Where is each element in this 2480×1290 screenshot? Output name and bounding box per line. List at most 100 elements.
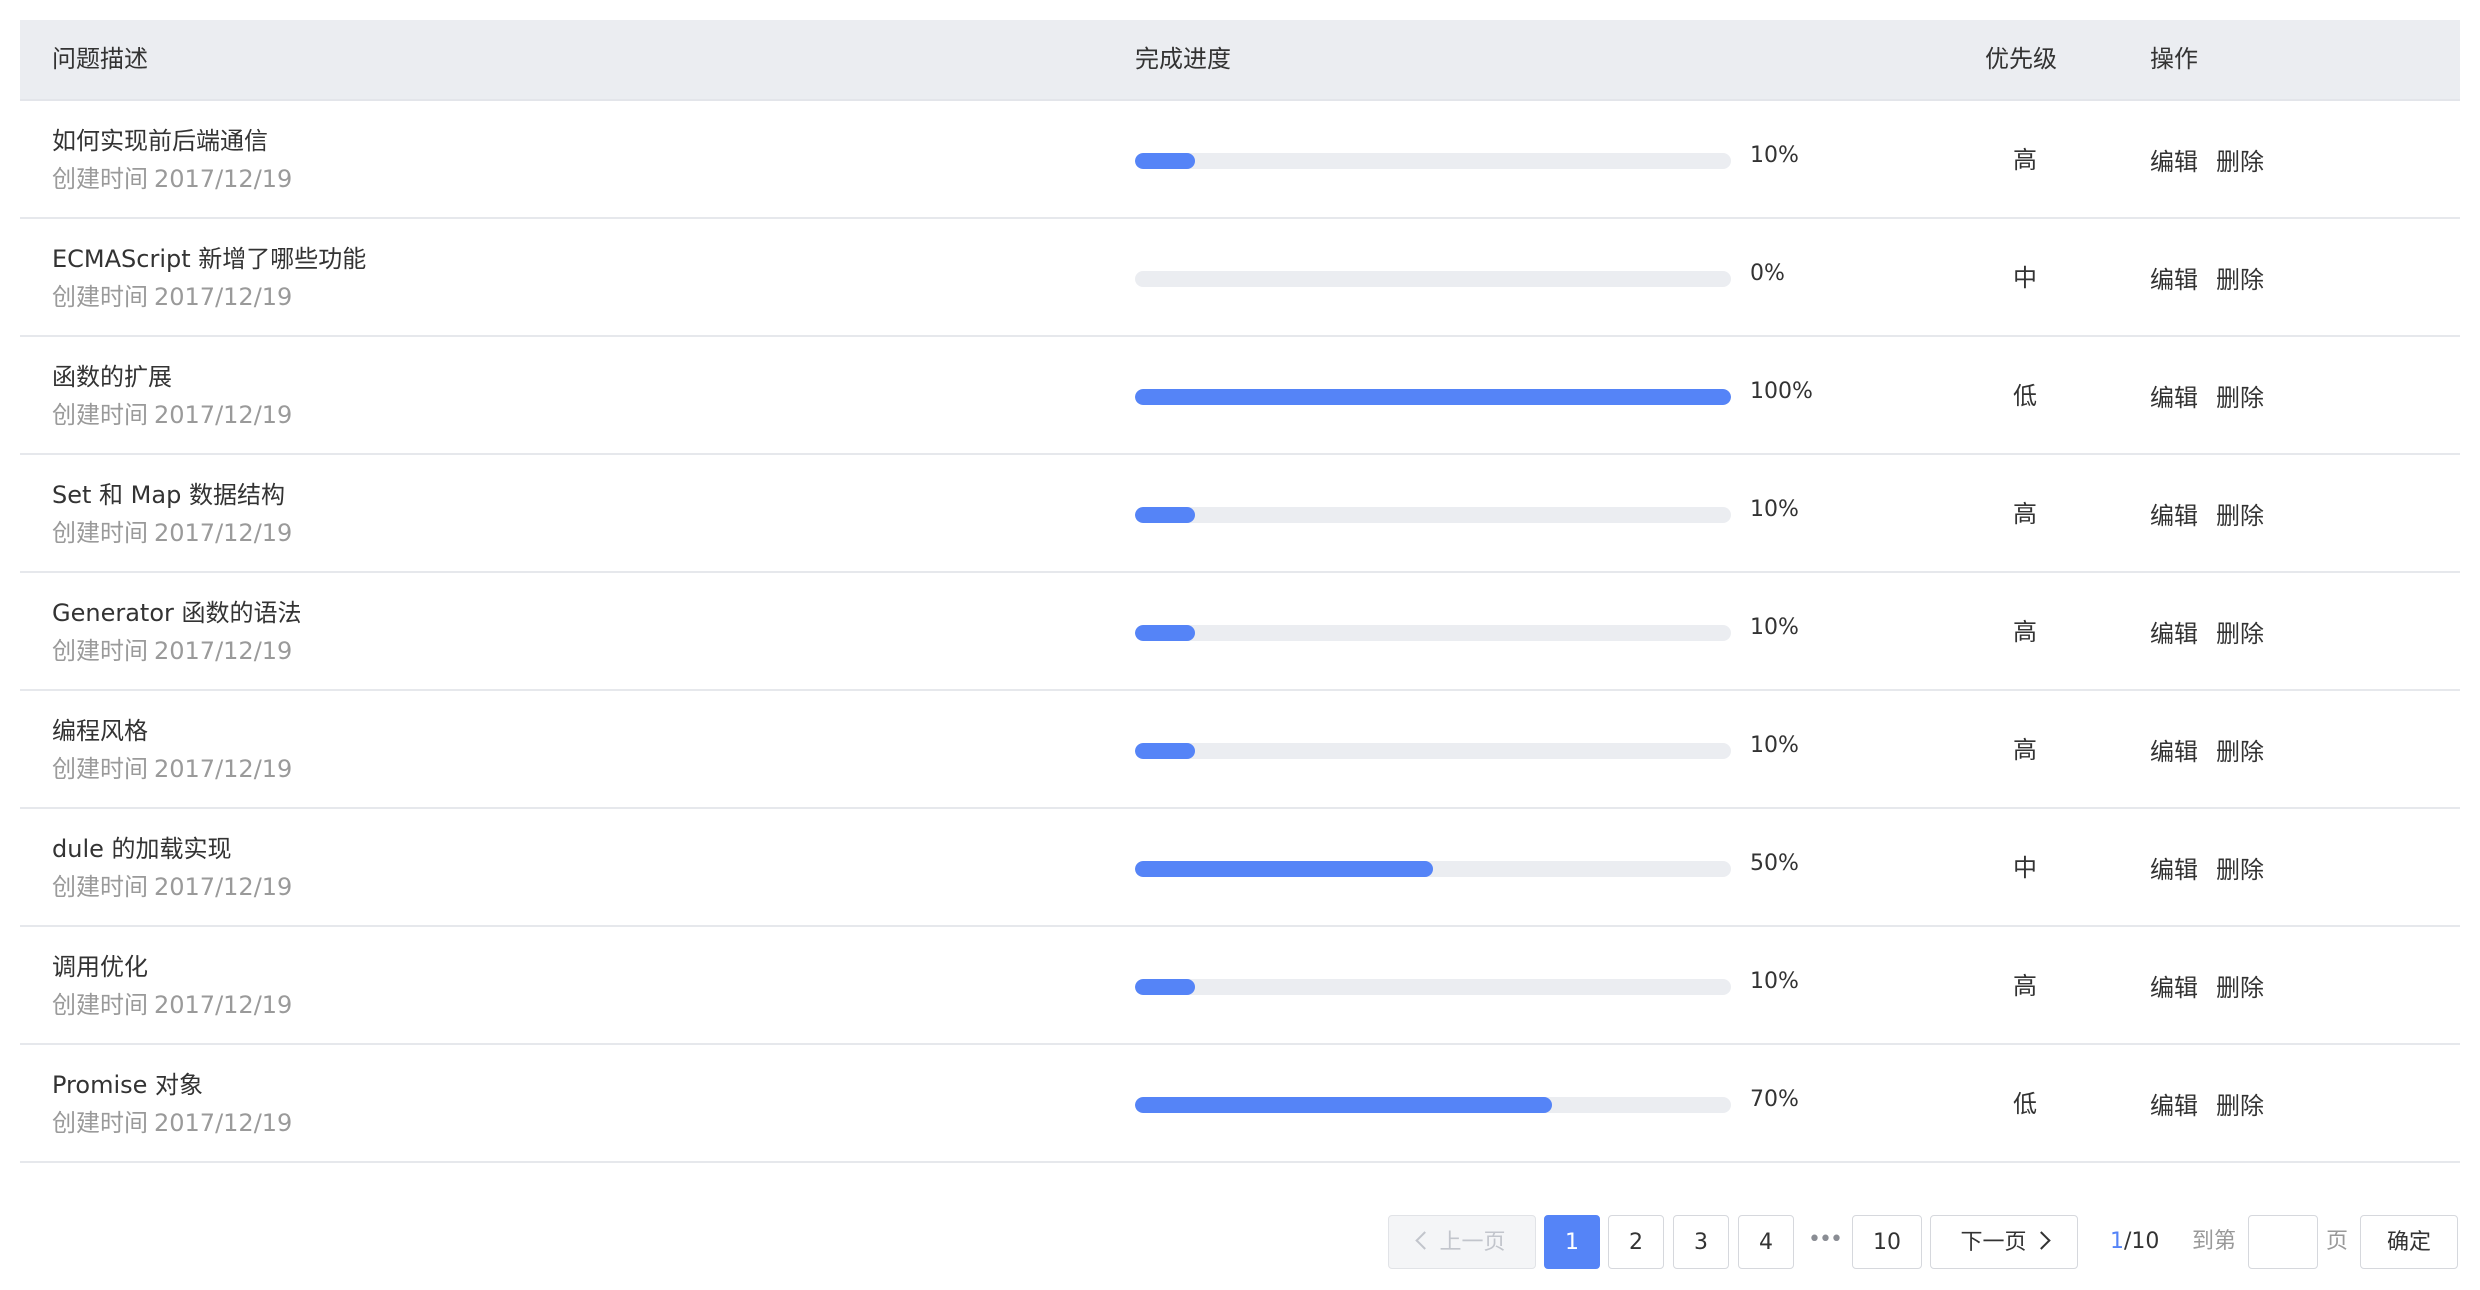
created-date: 2017/12/19 [154,755,293,783]
table-row: dule 的加载实现 创建时间 2017/12/19 50% 中 编辑 删除 [20,809,2460,927]
edit-link[interactable]: 编辑 [2150,856,2198,884]
delete-link[interactable]: 删除 [2216,502,2264,530]
page-button-4[interactable]: 4 [1738,1215,1794,1269]
priority-value: 高 [2013,972,2037,1000]
issue-title: 编程风格 [52,717,148,745]
issue-title: ECMAScript 新增了哪些功能 [52,245,367,273]
next-page-label: 下一页 [1960,1230,2027,1255]
goto-prefix: 到第 [2192,1229,2237,1254]
goto-suffix: 页 [2326,1229,2349,1254]
issue-title: 调用优化 [52,953,148,981]
created-label: 创建时间 [52,873,148,901]
priority-value: 中 [2013,264,2037,292]
progress-percent: 10% [1750,615,1799,640]
created-label: 创建时间 [52,991,148,1019]
issue-title: dule 的加载实现 [52,835,232,863]
row-actions: 编辑 删除 [2150,260,2264,295]
edit-link[interactable]: 编辑 [2150,1092,2198,1120]
delete-link[interactable]: 删除 [2216,384,2264,412]
edit-link[interactable]: 编辑 [2150,974,2198,1002]
header-progress: 完成进度 [1135,45,1231,73]
next-page-button[interactable]: 下一页 [1930,1215,2078,1269]
progress-bar [1135,625,1731,641]
goto-page-input[interactable] [2248,1215,2318,1269]
issue-title: Set 和 Map 数据结构 [52,481,285,509]
created-label: 创建时间 [52,519,148,547]
pagination: 上一页 1 2 3 4 ••• 10 下一页 1/10 到第 页 确定 [0,1215,2480,1271]
page-button-3[interactable]: 3 [1673,1215,1729,1269]
progress-bar [1135,153,1731,169]
progress-bar-fill [1135,507,1195,523]
table-row: Generator 函数的语法 创建时间 2017/12/19 10% 高 编辑 删除 [20,573,2460,691]
progress-bar-fill [1135,861,1433,877]
edit-link[interactable]: 编辑 [2150,620,2198,648]
edit-link[interactable]: 编辑 [2150,738,2198,766]
progress-bar [1135,271,1731,287]
created-label: 创建时间 [52,1109,148,1137]
page-button-2[interactable]: 2 [1608,1215,1664,1269]
issue-title: Promise 对象 [52,1071,204,1099]
edit-link[interactable]: 编辑 [2150,384,2198,412]
edit-link[interactable]: 编辑 [2150,148,2198,176]
prev-page-button[interactable]: 上一页 [1388,1215,1536,1269]
table-row: 调用优化创建时间 2017/12/19 10% 高 编辑 删除 [20,927,2460,1045]
progress-percent: 70% [1750,1087,1799,1112]
row-actions: 编辑 删除 [2150,614,2264,649]
issue-created-time: 创建时间 2017/12/19 [52,867,292,902]
edit-link[interactable]: 编辑 [2150,266,2198,294]
pagination-ellipsis[interactable]: ••• [1808,1215,1843,1265]
created-date: 2017/12/19 [154,873,293,901]
progress-bar [1135,861,1731,877]
progress-percent: 50% [1750,851,1799,876]
chevron-left-icon [1415,1230,1435,1250]
delete-link[interactable]: 删除 [2216,266,2264,294]
delete-link[interactable]: 删除 [2216,148,2264,176]
delete-link[interactable]: 删除 [2216,1092,2264,1120]
priority-value: 高 [2013,146,2037,174]
table-body: 如何实现前后端通信 创建时间 2017/12/19 10% 高编辑 删除 ECMAScrip… [20,101,2460,1163]
created-label: 创建时间 [52,165,148,193]
priority-value: 低 [2013,382,2037,410]
progress-percent: 10% [1750,969,1799,994]
progress-bar [1135,743,1731,759]
created-label: 创建时间 [52,637,148,665]
issue-created-time: 创建时间 2017/12/19 [52,1103,292,1138]
page-button-10[interactable]: 10 [1852,1215,1922,1269]
delete-link[interactable]: 删除 [2216,974,2264,1002]
progress-bar [1135,979,1731,995]
issue-table: 问题描述 完成进度 优先级 操作 如何实现前后端通信 创建时间 2017/12/19… [20,20,2460,1163]
progress-bar [1135,507,1731,523]
edit-link[interactable]: 编辑 [2150,502,2198,530]
header-actions: 操作 [2150,45,2198,73]
issue-created-time: 创建时间 2017/12/19 [52,985,292,1020]
progress-bar-fill [1135,743,1195,759]
chevron-right-icon [2031,1230,2051,1250]
progress-bar-fill [1135,1097,1553,1113]
issue-created-time: 创建时间 2017/12/19 [52,277,292,312]
delete-link[interactable]: 删除 [2216,856,2264,884]
row-actions: 编辑 删除 [2150,1086,2264,1121]
header-description: 问题描述 [52,45,148,73]
table-row: Set 和 Map 数据结构 创建时间 2017/12/19 10% 高 编辑 删除 [20,455,2460,573]
table-header: 问题描述 完成进度 优先级 操作 [20,20,2460,101]
delete-link[interactable]: 删除 [2216,620,2264,648]
issue-title: 函数的扩展 [52,363,172,391]
row-actions: 编辑 删除 [2150,732,2264,767]
total-pages: /10 [2124,1229,2160,1254]
page-button-1[interactable]: 1 [1544,1215,1600,1269]
created-date: 2017/12/19 [154,401,293,429]
progress-bar-fill [1135,979,1195,995]
row-actions: 编辑 删除 [2150,850,2264,885]
progress-percent: 100% [1750,379,1813,404]
delete-link[interactable]: 删除 [2216,738,2264,766]
issue-created-time: 创建时间 2017/12/19 [52,513,292,548]
priority-value: 高 [2013,736,2037,764]
created-date: 2017/12/19 [154,991,293,1019]
row-actions: 编辑 删除 [2150,378,2264,413]
priority-value: 低 [2013,1090,2037,1118]
confirm-button[interactable]: 确定 [2360,1215,2458,1269]
created-date: 2017/12/19 [154,637,293,665]
progress-bar [1135,389,1731,405]
table-row: 函数的扩展 创建时间 2017/12/19 100% 低 编辑 删除 [20,337,2460,455]
row-actions: 编辑 删除 [2150,142,2264,177]
